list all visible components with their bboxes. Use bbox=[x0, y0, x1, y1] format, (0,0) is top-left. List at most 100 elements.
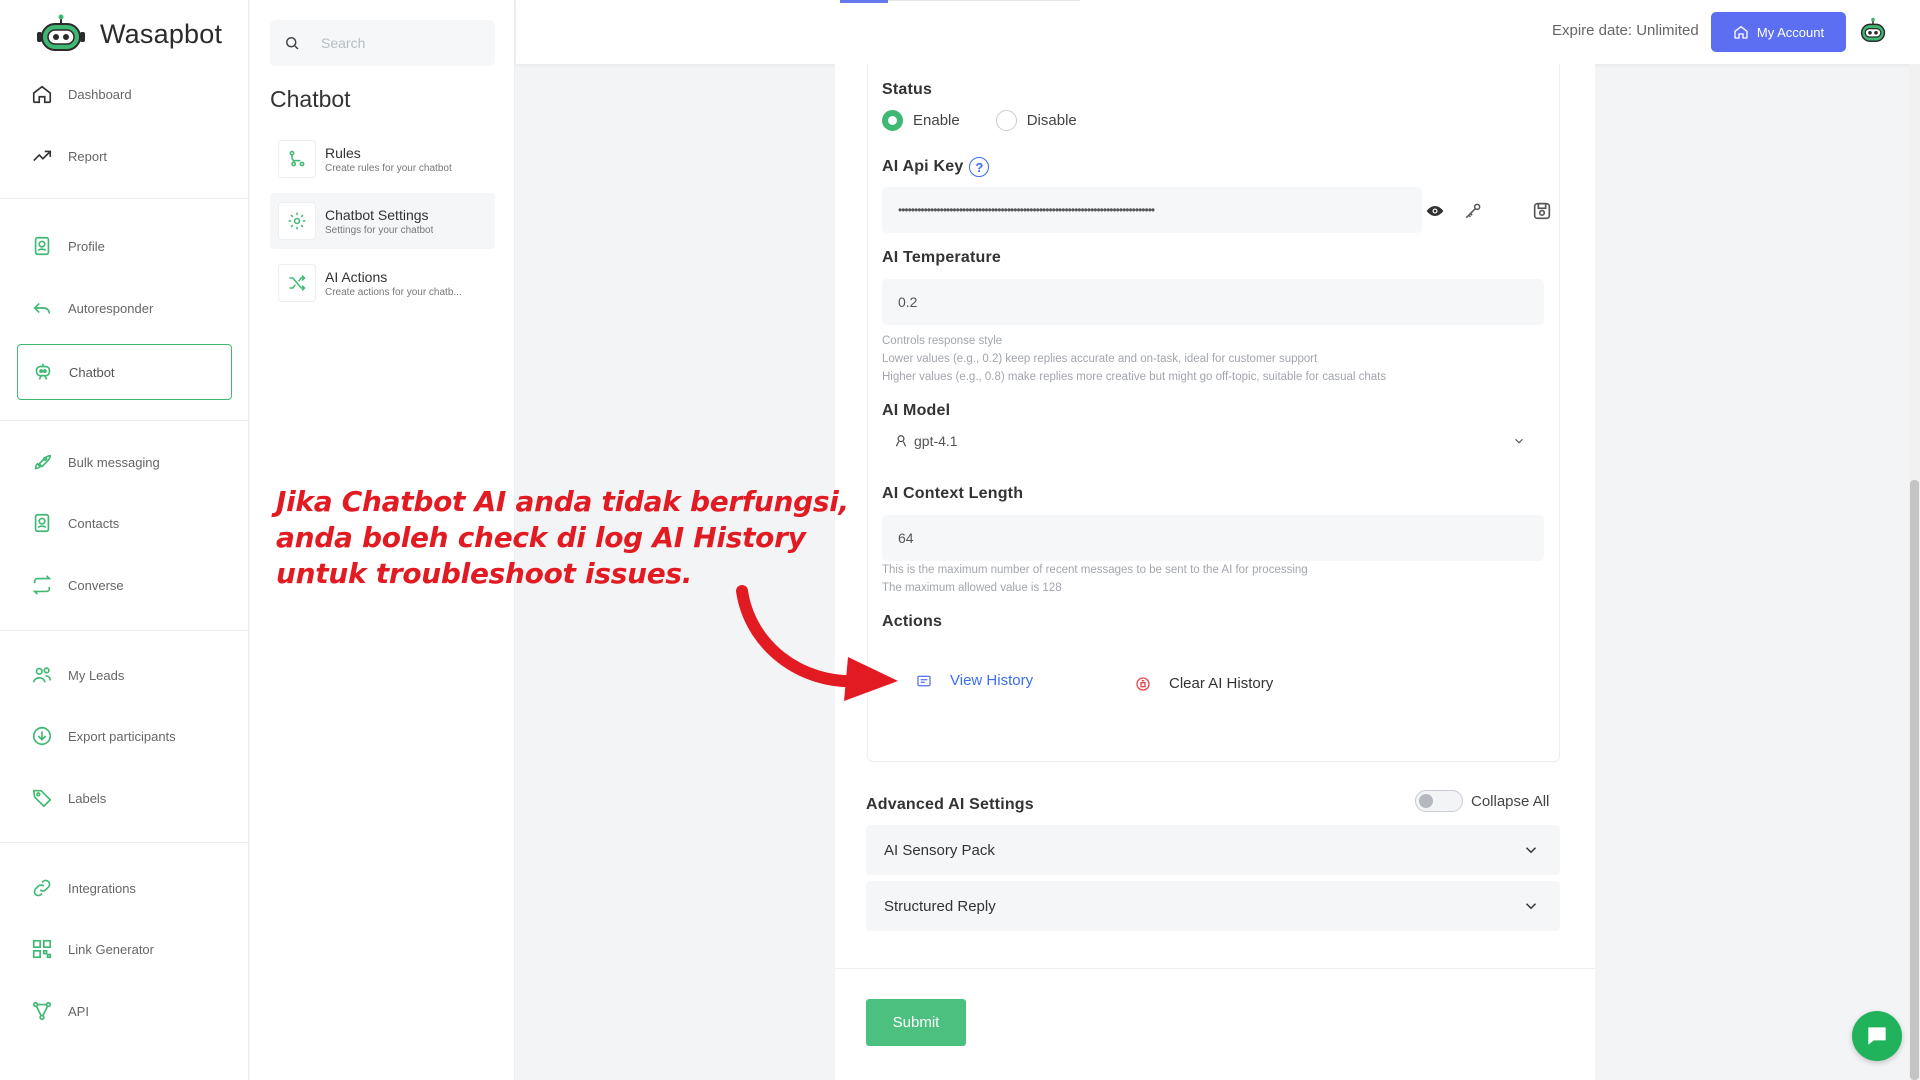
status-enable-radio[interactable] bbox=[882, 110, 903, 131]
chat-support-button[interactable] bbox=[1852, 1011, 1902, 1061]
tutorial-annotation: Jika Chatbot AI anda tidak berfungsi, an… bbox=[276, 484, 849, 592]
advanced-settings-title: Advanced AI Settings bbox=[866, 796, 1034, 813]
sidebar-item-label: Link Generator bbox=[68, 941, 154, 957]
brand[interactable]: Wasapbot bbox=[36, 14, 222, 54]
sidebar-item-dashboard[interactable]: Dashboard bbox=[17, 66, 232, 122]
api-key-label-text: AI Api Key bbox=[882, 158, 964, 176]
api-key-actions bbox=[1425, 200, 1553, 222]
sidebar-item-profile[interactable]: Profile bbox=[17, 218, 232, 274]
sidebar-item-report[interactable]: Report bbox=[17, 128, 232, 184]
annotation-line: Jika Chatbot AI anda tidak berfungsi, bbox=[276, 485, 849, 518]
robot-avatar-icon[interactable] bbox=[1858, 16, 1888, 46]
profile-icon bbox=[34, 236, 50, 256]
scrollbar-thumb[interactable] bbox=[1910, 480, 1919, 1080]
sidebar-item-label: Autoresponder bbox=[68, 300, 154, 316]
sidebar-item-api[interactable]: API bbox=[17, 983, 232, 1039]
sidebar-item-label: Bulk messaging bbox=[68, 454, 160, 470]
cloud-download-icon bbox=[32, 726, 52, 746]
subnav-item-title: Chatbot Settings bbox=[325, 206, 429, 223]
eye-icon[interactable] bbox=[1425, 201, 1445, 221]
temperature-hint-line: Controls response style bbox=[882, 335, 1003, 347]
sidebar-item-autoresponder[interactable]: Autoresponder bbox=[17, 280, 232, 336]
view-history-button[interactable]: View History bbox=[916, 672, 1033, 689]
status-enable-label[interactable]: Enable bbox=[913, 112, 960, 129]
chevron-down-icon bbox=[1525, 847, 1537, 854]
subnav-item-ai-actions[interactable]: AI Actions Create actions for your chatb… bbox=[270, 255, 495, 311]
subnav-icon-box bbox=[278, 140, 316, 178]
sidebar-item-label: Labels bbox=[68, 790, 107, 806]
tag-icon bbox=[32, 789, 52, 808]
context-hint: This is the maximum number of recent mes… bbox=[882, 561, 1308, 597]
chevron-down-icon bbox=[1525, 903, 1537, 910]
shuffle-icon bbox=[289, 274, 306, 292]
help-icon[interactable]: ? bbox=[969, 157, 990, 177]
status-disable-label[interactable]: Disable bbox=[1027, 112, 1077, 129]
sidebar-item-labels[interactable]: Labels bbox=[17, 770, 232, 826]
sidebar-item-bulk-messaging[interactable]: Bulk messaging bbox=[17, 434, 232, 490]
subnav-item-chatbot-settings[interactable]: Chatbot Settings Settings for your chatb… bbox=[270, 193, 495, 249]
collapse-all-label: Collapse All bbox=[1471, 792, 1550, 810]
search-input[interactable]: Search bbox=[270, 20, 495, 66]
link-icon bbox=[33, 879, 51, 897]
accordion-structured-reply[interactable]: Structured Reply bbox=[866, 881, 1560, 931]
context-hint-line: The maximum allowed value is 128 bbox=[882, 582, 1062, 594]
save-icon[interactable] bbox=[1531, 200, 1553, 222]
temperature-input[interactable]: 0.2 bbox=[882, 279, 1544, 325]
sidebar-item-integrations[interactable]: Integrations bbox=[17, 860, 232, 916]
tab-underline bbox=[888, 0, 1080, 1]
robot-logo-icon bbox=[37, 14, 85, 51]
submit-button[interactable]: Submit bbox=[866, 999, 966, 1046]
api-icon bbox=[32, 1001, 52, 1021]
toggle-switch[interactable] bbox=[1415, 790, 1463, 812]
key-icon[interactable] bbox=[1463, 201, 1483, 221]
divider bbox=[0, 842, 249, 843]
sidebar-item-label: API bbox=[68, 1003, 89, 1019]
sidebar-item-label: Profile bbox=[68, 238, 105, 254]
users-icon bbox=[32, 667, 52, 683]
my-account-button[interactable]: My Account bbox=[1711, 12, 1846, 52]
model-select[interactable]: gpt-4.1 bbox=[882, 426, 1544, 456]
sidebar-item-converse[interactable]: Converse bbox=[17, 557, 232, 613]
red-arrow-icon bbox=[736, 585, 898, 701]
divider bbox=[0, 630, 249, 631]
subnav-item-title: Rules bbox=[325, 144, 361, 161]
status-label: Status bbox=[882, 81, 933, 98]
context-length-input[interactable]: 64 bbox=[882, 515, 1544, 561]
sidebar-item-my-leads[interactable]: My Leads bbox=[17, 647, 232, 703]
robot-icon bbox=[35, 363, 51, 380]
collapse-all-toggle[interactable]: Collapse All bbox=[1415, 790, 1549, 812]
annotation-line: anda boleh check di log AI History bbox=[276, 521, 806, 554]
trend-icon bbox=[33, 150, 52, 162]
expire-date: Expire date: Unlimited bbox=[1552, 22, 1699, 39]
sidebar-item-chatbot[interactable]: Chatbot bbox=[17, 344, 232, 400]
sidebar-item-label: Export participants bbox=[68, 728, 176, 744]
accordion-ai-sensory-pack[interactable]: AI Sensory Pack bbox=[866, 825, 1560, 875]
active-tab-indicator bbox=[840, 0, 888, 3]
subnav-item-subtitle: Create rules for your chatbot bbox=[325, 162, 452, 174]
temperature-hint: Controls response style Lower values (e.… bbox=[882, 332, 1386, 386]
clear-ai-history-button[interactable]: Clear AI History bbox=[1135, 675, 1273, 692]
sidebar-item-link-generator[interactable]: Link Generator bbox=[17, 921, 232, 977]
search-icon bbox=[286, 37, 299, 50]
subnav-item-title: AI Actions bbox=[325, 268, 388, 285]
api-key-input[interactable]: ••••••••••••••••••••••••••••••••••••••••… bbox=[882, 187, 1422, 233]
home-icon bbox=[32, 85, 52, 104]
chevron-down-icon bbox=[1515, 438, 1523, 444]
sidebar-item-label: Converse bbox=[68, 577, 124, 593]
sidebar-item-export-participants[interactable]: Export participants bbox=[17, 708, 232, 764]
sidebar-item-label: My Leads bbox=[68, 667, 125, 683]
reply-icon bbox=[33, 302, 51, 314]
context-hint-line: This is the maximum number of recent mes… bbox=[882, 564, 1308, 576]
sidebar-item-label: Integrations bbox=[68, 880, 136, 896]
clear-icon bbox=[1136, 676, 1150, 691]
subnav-item-rules[interactable]: Rules Create rules for your chatbot bbox=[270, 131, 495, 187]
subnav-item-subtitle: Create actions for your chatb... bbox=[325, 286, 462, 298]
status-radio-group: Enable Disable bbox=[882, 110, 1077, 131]
model-label: AI Model bbox=[882, 402, 951, 419]
gear-icon bbox=[288, 212, 306, 230]
accordion-label: Structured Reply bbox=[884, 897, 996, 915]
divider bbox=[0, 198, 249, 199]
temperature-label: AI Temperature bbox=[882, 249, 1001, 266]
sidebar-item-contacts[interactable]: Contacts bbox=[17, 495, 232, 551]
status-disable-radio[interactable] bbox=[995, 110, 1017, 131]
